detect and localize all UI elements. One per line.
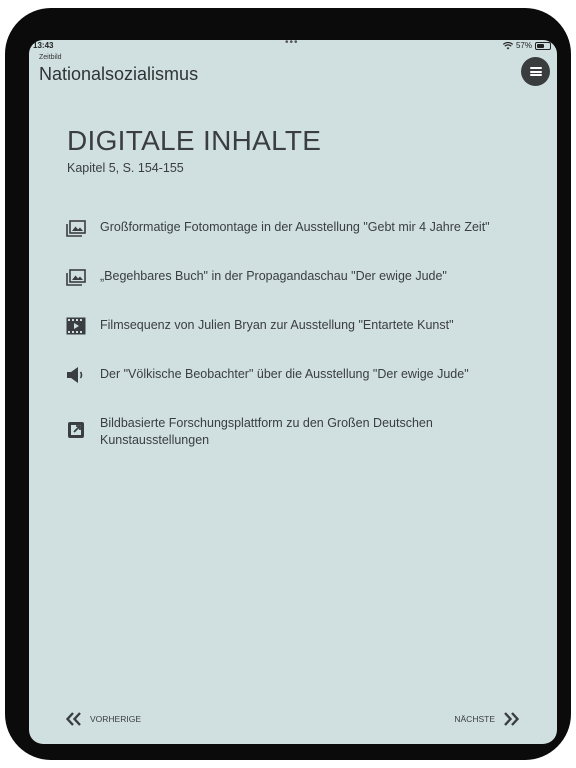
wifi-icon bbox=[502, 41, 513, 49]
list-item-label: Bildbasierte Forschungsplattform zu den … bbox=[100, 416, 433, 447]
film-icon bbox=[66, 317, 86, 335]
page-heading: DIGITALE INHALTE bbox=[67, 125, 322, 156]
screen: 13:43 ••• 57% Zeitbild Nationalsozialism… bbox=[29, 40, 557, 744]
app-subtitle: Zeitbild bbox=[39, 54, 62, 61]
image-gallery-icon bbox=[66, 268, 86, 286]
list-item[interactable]: Der "Völkische Beobachter" über die Auss… bbox=[66, 366, 520, 384]
next-label: NÄCHSTE bbox=[454, 714, 495, 724]
list-item-label: „Begehbares Buch" in der Propagandaschau… bbox=[100, 269, 447, 283]
chapter-reference: Kapitel 5, S. 154-155 bbox=[67, 161, 184, 175]
double-chevron-left-icon bbox=[66, 712, 81, 726]
battery-icon bbox=[535, 41, 551, 50]
status-bar: 13:43 ••• 57% bbox=[29, 40, 557, 52]
battery-percent: 57% bbox=[515, 41, 532, 50]
list-item-label: Großformatige Fotomontage in der Ausstel… bbox=[100, 220, 490, 234]
status-right: 57% bbox=[502, 41, 551, 50]
status-time: 13:43 bbox=[33, 41, 54, 50]
battery-fill bbox=[537, 43, 544, 48]
speaker-icon bbox=[66, 366, 86, 384]
list-item[interactable]: Großformatige Fotomontage in der Ausstel… bbox=[66, 219, 520, 237]
menu-button[interactable] bbox=[521, 57, 550, 86]
multitasking-dots[interactable]: ••• bbox=[285, 40, 299, 48]
image-gallery-icon bbox=[66, 219, 86, 237]
hamburger-icon bbox=[529, 67, 542, 76]
previous-label: VORHERIGE bbox=[90, 714, 142, 724]
list-item-label: Der "Völkische Beobachter" über die Auss… bbox=[100, 367, 469, 381]
tablet-frame: 13:43 ••• 57% Zeitbild Nationalsozialism… bbox=[5, 8, 571, 760]
next-button[interactable]: NÄCHSTE bbox=[454, 712, 519, 726]
previous-button[interactable]: VORHERIGE bbox=[66, 712, 141, 726]
list-item[interactable]: „Begehbares Buch" in der Propagandaschau… bbox=[66, 268, 520, 286]
external-link-icon bbox=[66, 421, 86, 439]
list-item[interactable]: Filmsequenz von Julien Bryan zur Ausstel… bbox=[66, 317, 520, 335]
double-chevron-right-icon bbox=[504, 712, 519, 726]
list-item[interactable]: Bildbasierte Forschungsplattform zu den … bbox=[66, 415, 520, 449]
app-title: Nationalsozialismus bbox=[39, 64, 199, 84]
list-item-label: Filmsequenz von Julien Bryan zur Ausstel… bbox=[100, 318, 454, 332]
